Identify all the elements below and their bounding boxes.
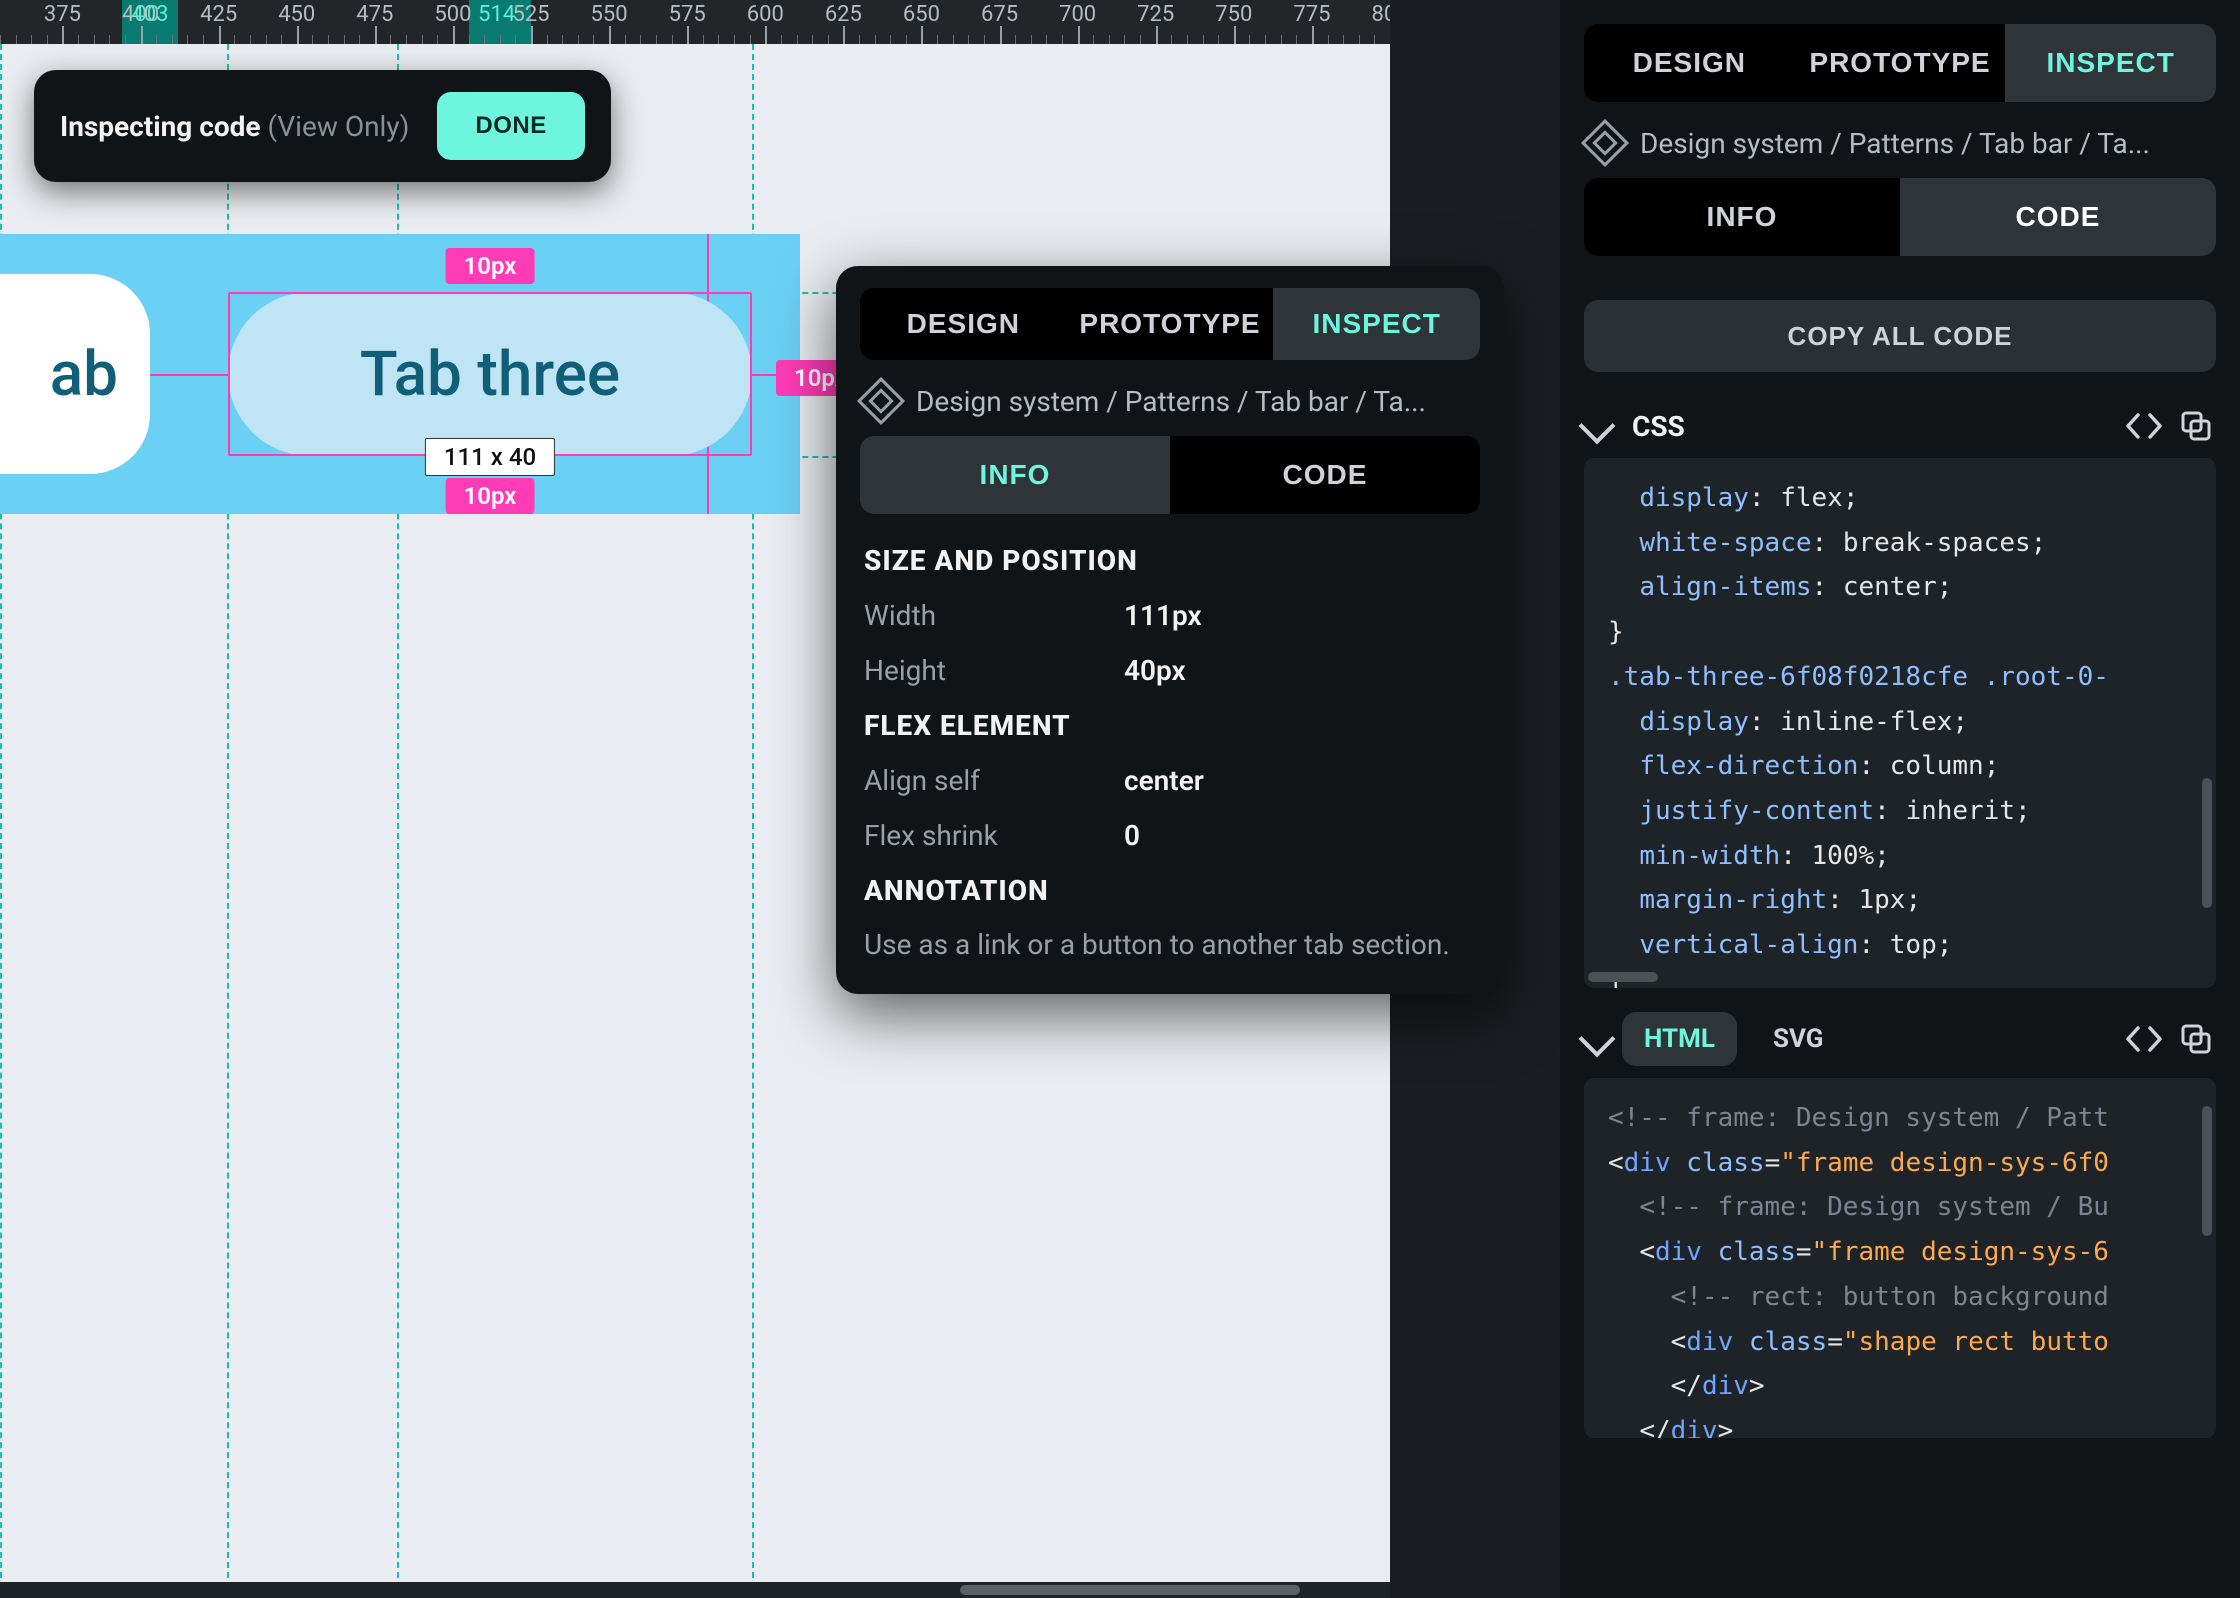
subtab-info[interactable]: INFO <box>1584 178 1900 256</box>
sidebar-subtabs: INFO CODE <box>1584 178 2216 256</box>
label-height: Height <box>864 654 1124 687</box>
label-width: Width <box>864 599 1124 632</box>
scrollbar-thumb-horizontal[interactable] <box>1588 972 1658 982</box>
code-lang-html[interactable]: HTML <box>1622 1012 1737 1066</box>
section-size-position: SIZE AND POSITION <box>864 544 1476 577</box>
subtab-info[interactable]: INFO <box>860 436 1170 514</box>
value-flex-shrink[interactable]: 0 <box>1124 819 1140 852</box>
tab-three-label: Tab three <box>360 338 620 411</box>
code-brackets-icon[interactable] <box>2124 406 2164 446</box>
scrollbar-thumb-horizontal[interactable] <box>960 1585 1300 1595</box>
value-height[interactable]: 40px <box>1124 654 1186 687</box>
tab-design[interactable]: DESIGN <box>1584 24 1795 102</box>
tab-previous-label: ab <box>50 338 118 411</box>
tab-three[interactable]: Tab three <box>228 292 752 456</box>
inspect-pill-subtitle: (View Only) <box>268 110 410 143</box>
horizontal-ruler[interactable]: 3754004254504755005255505756006256506757… <box>0 0 1390 44</box>
inspect-pill-title: Inspecting code <box>60 110 261 143</box>
inspect-floating-panel[interactable]: DESIGN PROTOTYPE INSPECT Design system /… <box>836 266 1504 994</box>
dimension-badge: 111 x 40 <box>425 438 555 476</box>
copy-all-code-button[interactable]: COPY ALL CODE <box>1584 300 2216 372</box>
value-align-self[interactable]: center <box>1124 764 1204 797</box>
breadcrumb[interactable]: Design system / Patterns / Tab bar / Ta.… <box>916 385 1426 418</box>
copy-icon[interactable] <box>2176 406 2216 446</box>
annotation-text: Use as a link or a button to another tab… <box>864 923 1476 966</box>
css-code-block[interactable]: display: flex; white-space: break-spaces… <box>1584 458 2216 988</box>
panel-subtabs: INFO CODE <box>860 436 1480 514</box>
html-code-block[interactable]: <!-- frame: Design system / Patt<div cla… <box>1584 1078 2216 1438</box>
value-width[interactable]: 111px <box>1124 599 1202 632</box>
breadcrumb[interactable]: Design system / Patterns / Tab bar / Ta.… <box>1640 127 2150 160</box>
tab-inspect[interactable]: INSPECT <box>1273 288 1480 360</box>
section-annotation: ANNOTATION <box>864 874 1476 907</box>
sidebar-mode-tabs: DESIGN PROTOTYPE INSPECT <box>1584 24 2216 102</box>
padding-badge-top: 10px <box>446 248 535 284</box>
canvas-horizontal-scrollbar[interactable] <box>0 1582 1390 1598</box>
section-flex-element: FLEX ELEMENT <box>864 709 1476 742</box>
tab-prototype[interactable]: PROTOTYPE <box>1067 288 1274 360</box>
subtab-code[interactable]: CODE <box>1170 436 1480 514</box>
chevron-down-icon[interactable] <box>1579 1021 1616 1058</box>
code-section-title-css: CSS <box>1622 410 2112 443</box>
tab-prototype[interactable]: PROTOTYPE <box>1795 24 2006 102</box>
subtab-code[interactable]: CODE <box>1900 178 2216 256</box>
scrollbar-thumb-vertical[interactable] <box>2202 1106 2212 1236</box>
scrollbar-thumb-vertical[interactable] <box>2202 778 2212 908</box>
component-icon <box>857 377 905 425</box>
copy-icon[interactable] <box>2176 1019 2216 1059</box>
label-flex-shrink: Flex shrink <box>864 819 1124 852</box>
code-brackets-icon[interactable] <box>2124 1019 2164 1059</box>
tab-previous[interactable]: ab <box>0 274 150 474</box>
tab-design[interactable]: DESIGN <box>860 288 1067 360</box>
panel-mode-tabs: DESIGN PROTOTYPE INSPECT <box>860 288 1480 360</box>
inspect-mode-pill: Inspecting code (View Only) DONE <box>34 70 611 182</box>
right-sidebar: DESIGN PROTOTYPE INSPECT Design system /… <box>1560 0 2240 1598</box>
done-button[interactable]: DONE <box>437 92 584 160</box>
padding-badge-bottom: 10px <box>446 478 535 514</box>
label-align-self: Align self <box>864 764 1124 797</box>
component-icon <box>1581 119 1629 167</box>
tab-inspect[interactable]: INSPECT <box>2005 24 2216 102</box>
code-lang-svg[interactable]: SVG <box>1751 1012 1846 1066</box>
chevron-down-icon[interactable] <box>1579 408 1616 445</box>
